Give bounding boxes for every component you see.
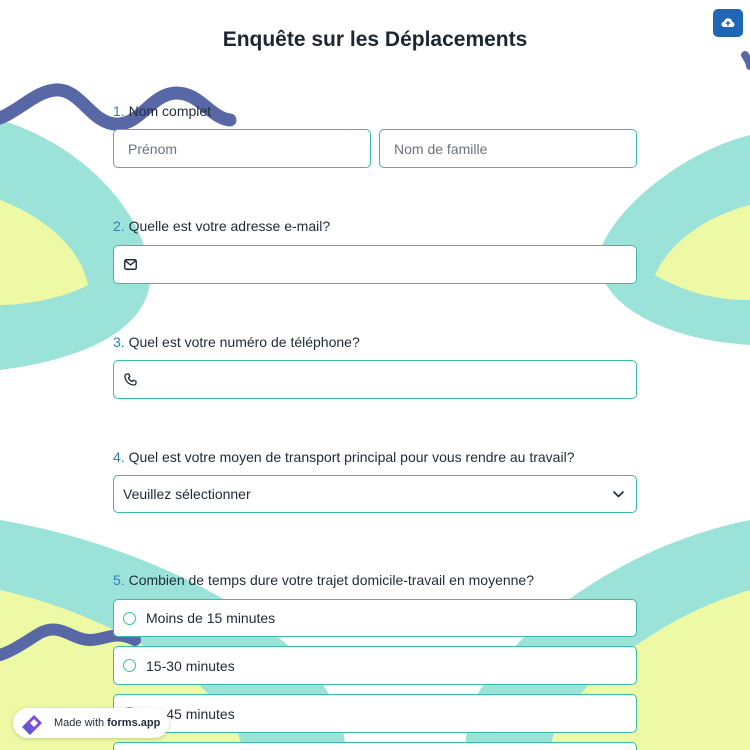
radio-option-label: Moins de 15 minutes <box>146 610 276 626</box>
question-1-label: 1. Nom complet <box>113 103 211 119</box>
question-text: Nom complet <box>128 103 212 119</box>
question-text: Combien de temps dure votre trajet domic… <box>128 572 534 588</box>
question-text: Quel est votre moyen de transport princi… <box>128 449 575 465</box>
question-3-label: 3. Quel est votre numéro de téléphone? <box>113 334 360 350</box>
radio-option[interactable]: Moins de 15 minutes <box>113 599 637 637</box>
question-text: Quelle est votre adresse e-mail? <box>128 218 331 234</box>
question-number: 1. <box>113 103 125 119</box>
transport-select[interactable]: Veuillez sélectionner <box>113 475 637 513</box>
last-name-input[interactable]: Nom de famille <box>379 129 637 168</box>
radio-option[interactable]: 30-45 minutes <box>113 694 637 733</box>
question-number: 2. <box>113 218 125 234</box>
made-with-forms-app-badge[interactable]: Made with forms.app <box>13 708 169 738</box>
first-name-input[interactable]: Prénom <box>113 129 371 168</box>
select-value: Veuillez sélectionner <box>123 486 251 502</box>
radio-option-label: 15-30 minutes <box>146 657 235 674</box>
phone-field[interactable] <box>113 360 637 399</box>
page-title: Enquête sur les Déplacements <box>222 28 528 51</box>
made-with-text: Made with forms.app <box>54 717 160 729</box>
radio-button[interactable] <box>123 611 136 625</box>
brand-name: forms.app <box>107 717 161 729</box>
question-2-label: 2. Quelle est votre adresse e-mail? <box>113 218 330 234</box>
question-5-label: 5. Combien de temps dure votre trajet do… <box>113 572 534 588</box>
form-content: Enquête sur les Déplacements 1. Nom comp… <box>0 0 750 750</box>
question-4-label: 4. Quel est votre moyen de transport pri… <box>113 449 574 465</box>
radio-option-partial[interactable] <box>113 742 637 750</box>
question-number: 5. <box>113 572 125 588</box>
question-text: Quel est votre numéro de téléphone? <box>128 334 360 350</box>
first-name-placeholder: Prénom <box>128 140 178 157</box>
chevron-down-icon <box>613 485 624 503</box>
phone-icon <box>124 373 138 387</box>
last-name-placeholder: Nom de famille <box>394 140 488 157</box>
radio-option[interactable]: 15-30 minutes <box>113 646 637 685</box>
radio-button[interactable] <box>123 659 136 672</box>
forms-app-logo-icon <box>22 715 42 735</box>
email-field[interactable] <box>113 245 637 284</box>
question-number: 3. <box>113 334 125 350</box>
made-with-label: Made with <box>54 717 105 729</box>
question-number: 4. <box>113 449 125 465</box>
envelope-icon <box>124 258 138 272</box>
